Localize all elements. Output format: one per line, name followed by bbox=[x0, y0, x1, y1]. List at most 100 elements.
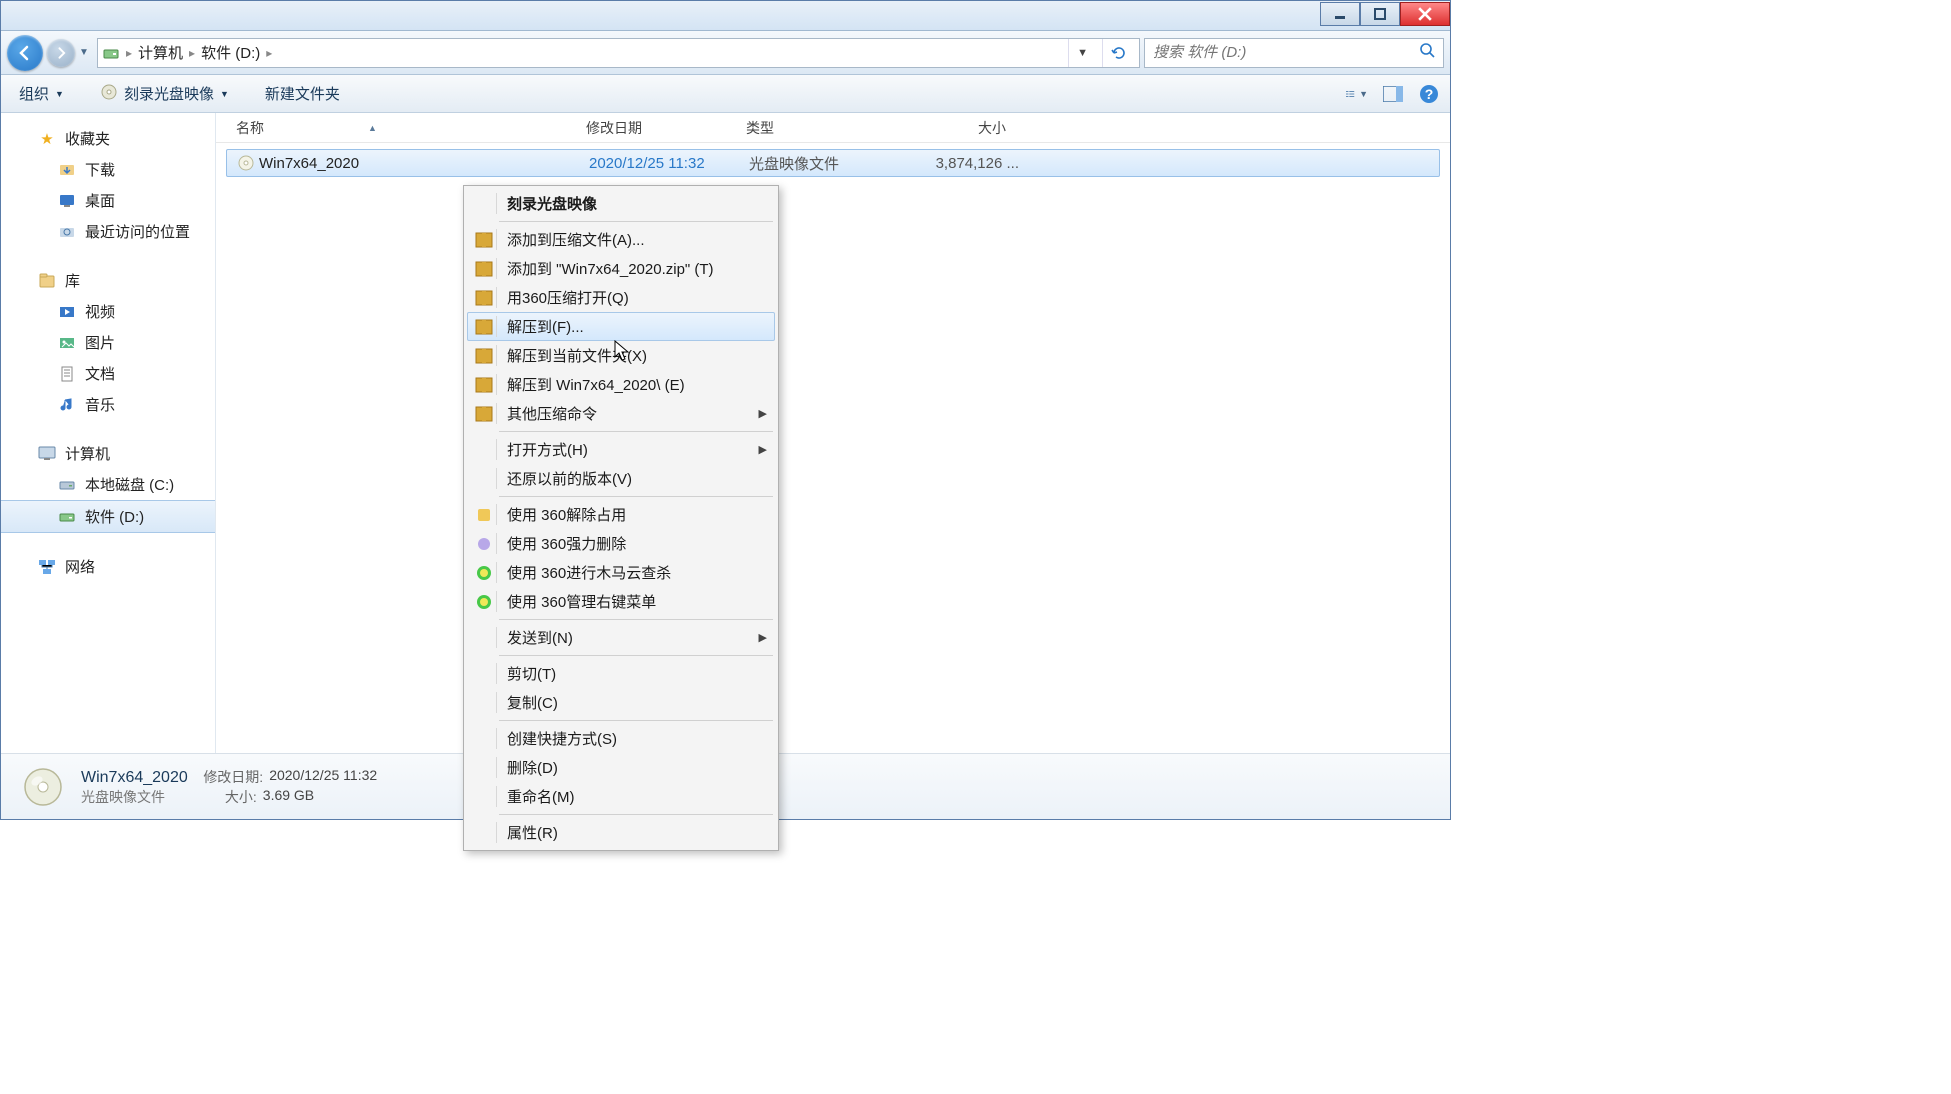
menu-extract-here[interactable]: 解压到当前文件夹(X) bbox=[467, 341, 775, 370]
sidebar-item-pictures[interactable]: 图片 bbox=[1, 327, 215, 358]
back-button[interactable] bbox=[7, 35, 43, 71]
history-dropdown[interactable]: ▼ bbox=[79, 47, 93, 58]
libraries-label: 库 bbox=[65, 270, 80, 291]
burn-image-button[interactable]: 刻录光盘映像 ▼ bbox=[92, 79, 237, 109]
submenu-arrow-icon: ▶ bbox=[759, 631, 767, 644]
network-icon bbox=[37, 557, 57, 577]
detail-date-label: 修改日期: bbox=[203, 767, 263, 787]
submenu-arrow-icon: ▶ bbox=[759, 443, 767, 456]
column-name[interactable]: 名称▲ bbox=[236, 118, 586, 138]
sidebar-item-local-c[interactable]: 本地磁盘 (C:) bbox=[1, 469, 215, 500]
column-headers: 名称▲ 修改日期 类型 大小 bbox=[216, 113, 1450, 143]
preview-pane-button[interactable] bbox=[1382, 83, 1404, 105]
sidebar-item-soft-d[interactable]: 软件 (D:) bbox=[1, 500, 215, 533]
menu-rename[interactable]: 重命名(M) bbox=[467, 782, 775, 811]
column-type[interactable]: 类型 bbox=[746, 118, 906, 138]
sidebar-item-music[interactable]: 音乐 bbox=[1, 389, 215, 420]
sort-arrow-icon: ▲ bbox=[368, 123, 377, 133]
sidebar-item-recent[interactable]: 最近访问的位置 bbox=[1, 216, 215, 247]
detail-size-label: 大小: bbox=[225, 787, 257, 807]
menu-cut[interactable]: 剪切(T) bbox=[467, 659, 775, 688]
search-icon bbox=[1419, 42, 1435, 63]
breadcrumb-separator-icon: ▸ bbox=[189, 46, 195, 60]
menu-other-archive[interactable]: 其他压缩命令 ▶ bbox=[467, 399, 775, 428]
refresh-button[interactable] bbox=[1102, 39, 1135, 67]
menu-360-manage[interactable]: 使用 360管理右键菜单 bbox=[467, 587, 775, 616]
menu-restore-version[interactable]: 还原以前的版本(V) bbox=[467, 464, 775, 493]
menu-burn[interactable]: 刻录光盘映像 bbox=[467, 189, 775, 218]
new-folder-button[interactable]: 新建文件夹 bbox=[257, 79, 348, 108]
address-dropdown[interactable]: ▼ bbox=[1068, 39, 1096, 67]
forward-button[interactable] bbox=[47, 39, 75, 67]
address-bar[interactable]: ▸ 计算机 ▸ 软件 (D:) ▸ ▼ bbox=[97, 38, 1140, 68]
menu-open-360[interactable]: 用360压缩打开(Q) bbox=[467, 283, 775, 312]
computer-label: 计算机 bbox=[65, 443, 110, 464]
file-list[interactable]: Win7x64_2020 2020/12/25 11:32 光盘映像文件 3,8… bbox=[216, 143, 1450, 753]
context-menu: 刻录光盘映像 添加到压缩文件(A)... 添加到 "Win7x64_2020.z… bbox=[463, 185, 779, 851]
navigation-pane: ★ 收藏夹 下载 桌面 最近访问的位置 bbox=[1, 113, 216, 753]
organize-label: 组织 bbox=[19, 83, 49, 104]
drive-d-label: 软件 (D:) bbox=[85, 506, 144, 527]
column-size[interactable]: 大小 bbox=[906, 118, 1026, 138]
drive-c-label: 本地磁盘 (C:) bbox=[85, 474, 174, 495]
drive-icon bbox=[102, 44, 120, 62]
close-button[interactable] bbox=[1400, 2, 1450, 26]
menu-delete[interactable]: 删除(D) bbox=[467, 753, 775, 782]
music-icon bbox=[57, 395, 77, 415]
archive-icon bbox=[473, 230, 495, 250]
file-type: 光盘映像文件 bbox=[749, 153, 909, 174]
navigation-bar: ▼ ▸ 计算机 ▸ 软件 (D:) ▸ ▼ bbox=[1, 31, 1450, 75]
help-button[interactable]: ? bbox=[1418, 83, 1440, 105]
sidebar-item-desktop[interactable]: 桌面 bbox=[1, 185, 215, 216]
search-input[interactable] bbox=[1153, 44, 1419, 61]
archive-icon bbox=[473, 317, 495, 337]
pictures-icon bbox=[57, 333, 77, 353]
archive-icon bbox=[473, 404, 495, 424]
menu-send-to[interactable]: 发送到(N) ▶ bbox=[467, 623, 775, 652]
svg-text:?: ? bbox=[1425, 86, 1434, 102]
search-box[interactable] bbox=[1144, 38, 1444, 68]
sidebar-favorites-header[interactable]: ★ 收藏夹 bbox=[1, 123, 215, 154]
sidebar-libraries-header[interactable]: 库 bbox=[1, 265, 215, 296]
iso-file-icon bbox=[237, 154, 259, 172]
minimize-button[interactable] bbox=[1320, 2, 1360, 26]
organize-button[interactable]: 组织 ▼ bbox=[11, 79, 72, 108]
documents-label: 文档 bbox=[85, 363, 115, 384]
maximize-button[interactable] bbox=[1360, 2, 1400, 26]
menu-shortcut[interactable]: 创建快捷方式(S) bbox=[467, 724, 775, 753]
menu-extract-named[interactable]: 解压到 Win7x64_2020\ (E) bbox=[467, 370, 775, 399]
menu-360-unlock[interactable]: 使用 360解除占用 bbox=[467, 500, 775, 529]
menu-open-with[interactable]: 打开方式(H) ▶ bbox=[467, 435, 775, 464]
sidebar-network-header[interactable]: 网络 bbox=[1, 551, 215, 582]
drive-d-icon bbox=[57, 507, 77, 527]
file-row[interactable]: Win7x64_2020 2020/12/25 11:32 光盘映像文件 3,8… bbox=[226, 149, 1440, 177]
trojan360-icon bbox=[473, 563, 495, 583]
breadcrumb-computer[interactable]: 计算机 bbox=[138, 42, 183, 63]
sidebar-item-documents[interactable]: 文档 bbox=[1, 358, 215, 389]
breadcrumb-drive[interactable]: 软件 (D:) bbox=[201, 42, 260, 63]
menu-add-zip[interactable]: 添加到 "Win7x64_2020.zip" (T) bbox=[467, 254, 775, 283]
breadcrumb-separator-icon: ▸ bbox=[266, 46, 272, 60]
sidebar-computer-header[interactable]: 计算机 bbox=[1, 438, 215, 469]
sidebar-item-downloads[interactable]: 下载 bbox=[1, 154, 215, 185]
breadcrumb-separator-icon: ▸ bbox=[126, 46, 132, 60]
menu-properties[interactable]: 属性(R) bbox=[467, 818, 775, 847]
menu-360-trojan[interactable]: 使用 360进行木马云查杀 bbox=[467, 558, 775, 587]
library-icon bbox=[37, 271, 57, 291]
unlock360-icon bbox=[473, 505, 495, 525]
downloads-label: 下载 bbox=[85, 159, 115, 180]
downloads-icon bbox=[57, 160, 77, 180]
command-bar: 组织 ▼ 刻录光盘映像 ▼ 新建文件夹 ▼ ? bbox=[1, 75, 1450, 113]
file-list-pane: 名称▲ 修改日期 类型 大小 Win7x64_2020 2020/12/25 1… bbox=[216, 113, 1450, 753]
menu-add-archive[interactable]: 添加到压缩文件(A)... bbox=[467, 225, 775, 254]
menu-360-force-delete[interactable]: 使用 360强力删除 bbox=[467, 529, 775, 558]
sidebar-item-video[interactable]: 视频 bbox=[1, 296, 215, 327]
archive-icon bbox=[473, 288, 495, 308]
column-date[interactable]: 修改日期 bbox=[586, 118, 746, 138]
menu-copy[interactable]: 复制(C) bbox=[467, 688, 775, 717]
star-icon: ★ bbox=[37, 129, 57, 149]
recent-label: 最近访问的位置 bbox=[85, 221, 190, 242]
menu-extract-to[interactable]: 解压到(F)... bbox=[467, 312, 775, 341]
view-options-button[interactable]: ▼ bbox=[1346, 83, 1368, 105]
archive-icon bbox=[473, 375, 495, 395]
